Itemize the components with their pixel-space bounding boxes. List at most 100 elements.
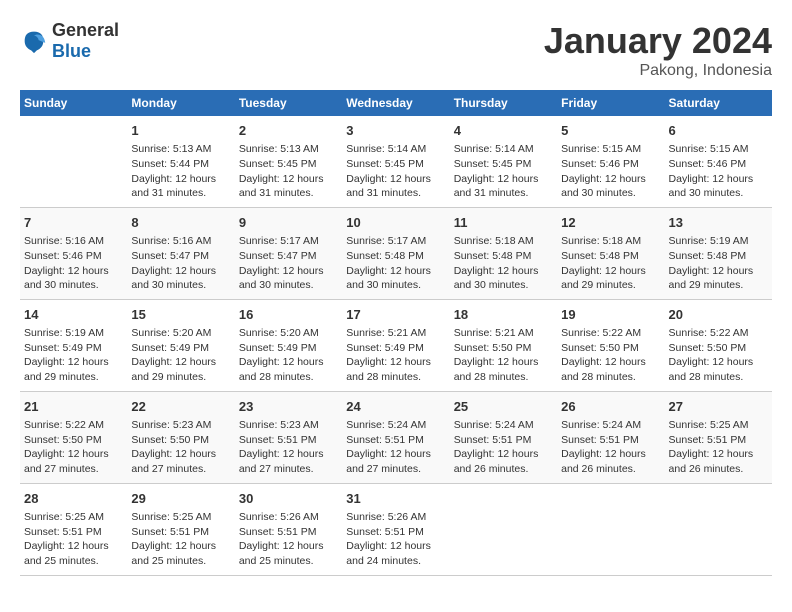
day-info: Sunset: 5:50 PM [24,433,123,448]
day-info: Daylight: 12 hours [669,447,768,462]
day-info: and 26 minutes. [454,462,553,477]
calendar-cell: 20Sunrise: 5:22 AMSunset: 5:50 PMDayligh… [665,299,772,391]
day-number: 18 [454,306,553,324]
day-number: 17 [346,306,445,324]
day-info: Sunrise: 5:13 AM [131,142,230,157]
day-number: 24 [346,398,445,416]
day-info: and 28 minutes. [669,370,768,385]
main-title: January 2024 [544,20,772,62]
logo-general: General [52,20,119,40]
day-info: Sunrise: 5:24 AM [346,418,445,433]
day-info: Sunset: 5:48 PM [669,249,768,264]
day-number: 13 [669,214,768,232]
title-area: January 2024 Pakong, Indonesia [544,20,772,80]
day-info: Sunset: 5:50 PM [561,341,660,356]
day-number: 9 [239,214,338,232]
day-info: Daylight: 12 hours [454,264,553,279]
week-row-5: 28Sunrise: 5:25 AMSunset: 5:51 PMDayligh… [20,483,772,575]
day-info: Sunrise: 5:26 AM [239,510,338,525]
calendar-cell: 3Sunrise: 5:14 AMSunset: 5:45 PMDaylight… [342,116,449,207]
day-info: Sunset: 5:51 PM [454,433,553,448]
calendar-cell: 5Sunrise: 5:15 AMSunset: 5:46 PMDaylight… [557,116,664,207]
day-info: Sunrise: 5:25 AM [131,510,230,525]
day-info: and 28 minutes. [561,370,660,385]
day-info: Sunset: 5:46 PM [561,157,660,172]
day-info: Sunset: 5:49 PM [24,341,123,356]
day-info: and 30 minutes. [131,278,230,293]
day-info: Sunrise: 5:22 AM [561,326,660,341]
calendar-cell [20,116,127,207]
day-info: Daylight: 12 hours [24,355,123,370]
calendar-cell: 23Sunrise: 5:23 AMSunset: 5:51 PMDayligh… [235,391,342,483]
day-number: 11 [454,214,553,232]
header-sunday: Sunday [20,90,127,116]
day-number: 20 [669,306,768,324]
day-info: and 24 minutes. [346,554,445,569]
header-friday: Friday [557,90,664,116]
day-info: Sunset: 5:45 PM [346,157,445,172]
calendar-cell: 26Sunrise: 5:24 AMSunset: 5:51 PMDayligh… [557,391,664,483]
day-info: Sunrise: 5:25 AM [669,418,768,433]
day-info: and 26 minutes. [561,462,660,477]
logo-icon [20,27,48,55]
day-info: Daylight: 12 hours [239,355,338,370]
day-info: Sunrise: 5:14 AM [454,142,553,157]
calendar-cell: 12Sunrise: 5:18 AMSunset: 5:48 PMDayligh… [557,207,664,299]
day-info: Sunrise: 5:24 AM [454,418,553,433]
day-number: 31 [346,490,445,508]
logo-text: General Blue [52,20,119,62]
day-info: Sunrise: 5:16 AM [131,234,230,249]
day-info: Daylight: 12 hours [239,264,338,279]
calendar-cell: 17Sunrise: 5:21 AMSunset: 5:49 PMDayligh… [342,299,449,391]
day-info: Sunrise: 5:19 AM [669,234,768,249]
day-info: Daylight: 12 hours [669,172,768,187]
day-info: and 29 minutes. [669,278,768,293]
day-info: Daylight: 12 hours [561,447,660,462]
day-number: 27 [669,398,768,416]
day-info: Daylight: 12 hours [24,539,123,554]
day-info: Daylight: 12 hours [24,264,123,279]
day-info: Sunset: 5:45 PM [454,157,553,172]
header-saturday: Saturday [665,90,772,116]
day-info: Daylight: 12 hours [561,264,660,279]
day-info: and 28 minutes. [454,370,553,385]
day-number: 30 [239,490,338,508]
day-info: and 29 minutes. [131,370,230,385]
day-info: Sunset: 5:48 PM [454,249,553,264]
day-info: and 30 minutes. [24,278,123,293]
day-info: and 30 minutes. [454,278,553,293]
day-info: Sunrise: 5:18 AM [454,234,553,249]
day-number: 19 [561,306,660,324]
header-monday: Monday [127,90,234,116]
day-number: 2 [239,122,338,140]
day-info: and 31 minutes. [346,186,445,201]
week-row-4: 21Sunrise: 5:22 AMSunset: 5:50 PMDayligh… [20,391,772,483]
day-info: Daylight: 12 hours [131,355,230,370]
day-number: 7 [24,214,123,232]
calendar-cell: 4 Sunrise: 5:14 AMSunset: 5:45 PMDaylight… [450,116,557,207]
day-number: 1 [131,122,230,140]
day-info: Sunrise: 5:21 AM [346,326,445,341]
day-info: Sunset: 5:51 PM [24,525,123,540]
day-number: 15 [131,306,230,324]
day-info: Sunset: 5:50 PM [131,433,230,448]
day-number: 26 [561,398,660,416]
day-info: and 30 minutes. [239,278,338,293]
day-info: Sunrise: 5:19 AM [24,326,123,341]
page-header: General Blue January 2024 Pakong, Indone… [20,20,772,80]
day-info: Sunset: 5:46 PM [24,249,123,264]
calendar-cell: 24Sunrise: 5:24 AMSunset: 5:51 PMDayligh… [342,391,449,483]
calendar-cell: 2Sunrise: 5:13 AMSunset: 5:45 PMDaylight… [235,116,342,207]
calendar-cell: 27Sunrise: 5:25 AMSunset: 5:51 PMDayligh… [665,391,772,483]
header-tuesday: Tuesday [235,90,342,116]
day-number: 4 [454,122,553,140]
day-info: Sunrise: 5:23 AM [131,418,230,433]
day-info: Daylight: 12 hours [454,172,553,187]
day-info: Daylight: 12 hours [239,447,338,462]
day-info: Sunset: 5:51 PM [131,525,230,540]
day-info: Daylight: 12 hours [454,355,553,370]
week-row-1: 1 Sunrise: 5:13 AMSunset: 5:44 PM Daylight… [20,116,772,207]
day-info: Sunset: 5:44 PM [131,157,230,172]
day-info: Sunrise: 5:20 AM [131,326,230,341]
day-info: Sunset: 5:49 PM [239,341,338,356]
